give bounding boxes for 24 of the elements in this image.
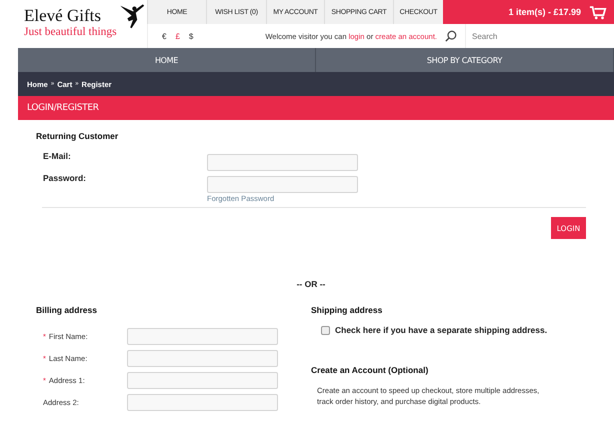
- logo-tagline: Just beautiful things: [24, 26, 117, 38]
- checkbox[interactable]: [321, 326, 330, 334]
- input-field[interactable]: [127, 350, 278, 366]
- currency-link[interactable]: £: [175, 32, 180, 40]
- cart-icon: [589, 4, 607, 20]
- currency-link[interactable]: $: [188, 32, 194, 40]
- section-heading: Shipping address: [311, 305, 384, 315]
- cart-button[interactable]: 1 item(s) - £17.99: [443, 0, 614, 24]
- checkbox-label: Check here if you have a separate shipping address.: [335, 325, 548, 335]
- input-field[interactable]: [127, 394, 278, 410]
- section-heading: Create an Account (Optional): [311, 365, 430, 375]
- field-label: E-Mail:: [43, 151, 72, 161]
- input-field[interactable]: [207, 154, 358, 170]
- input-field[interactable]: [127, 328, 278, 344]
- field-label: Password:: [43, 173, 87, 183]
- logo-name: Elevé Gifts: [24, 6, 101, 26]
- input-field[interactable]: [207, 176, 358, 192]
- section-heading: Billing address: [36, 305, 98, 315]
- input-field[interactable]: [127, 372, 278, 388]
- or-separator: -- OR --: [296, 279, 326, 289]
- currency-link[interactable]: €: [162, 32, 166, 40]
- section-heading: Returning Customer: [36, 131, 120, 141]
- search-icon[interactable]: [445, 30, 457, 42]
- page-title: LOGIN/REGISTER: [27, 103, 99, 113]
